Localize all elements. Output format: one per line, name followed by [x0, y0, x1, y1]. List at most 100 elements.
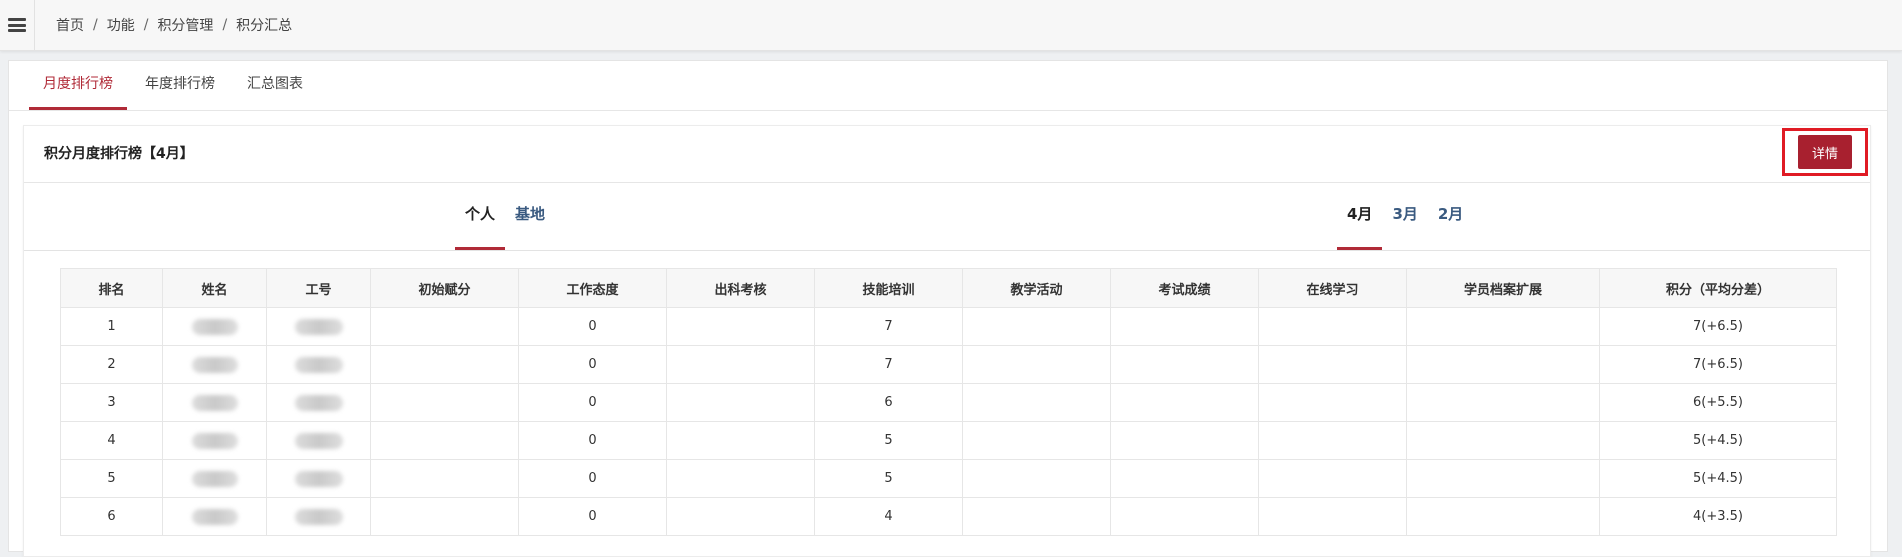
table-cell — [162, 459, 267, 498]
table-cell: 7(+6.5) — [1599, 345, 1837, 384]
tab-monthly-ranking[interactable]: 月度排行榜 — [29, 61, 127, 110]
table-cell: 3 — [60, 383, 163, 422]
tabs-divider — [9, 110, 1887, 111]
col-rank: 排名 — [60, 268, 163, 308]
redacted-employee-id — [294, 508, 343, 525]
table-cell — [666, 383, 815, 422]
table-cell: 4 — [60, 421, 163, 460]
table-cell — [1258, 307, 1407, 346]
table-cell — [962, 497, 1111, 536]
redacted-employee-id — [294, 356, 343, 373]
table-cell — [1406, 421, 1600, 460]
table-cell: 4 — [814, 497, 963, 536]
redacted-name — [191, 508, 238, 525]
filter-tabs: 个人 基地 4月 3月 2月 — [24, 182, 1870, 251]
table-cell: 0 — [518, 497, 667, 536]
breadcrumb-separator: / — [143, 17, 149, 33]
redacted-name — [191, 318, 238, 335]
table-cell: 7(+6.5) — [1599, 307, 1837, 346]
table-cell — [1258, 383, 1407, 422]
scope-tabs: 个人 基地 — [455, 182, 555, 250]
col-initial-score: 初始赋分 — [370, 268, 519, 308]
scope-tab-individual[interactable]: 个人 — [455, 182, 506, 250]
detail-button[interactable]: 详情 — [1798, 135, 1852, 169]
card-title: 积分月度排行榜【4月】 — [44, 146, 194, 162]
table-cell — [666, 459, 815, 498]
card-header: 积分月度排行榜【4月】 详情 — [24, 126, 1870, 183]
redacted-employee-id — [294, 394, 343, 411]
table-cell — [266, 421, 371, 460]
table-cell: 6 — [60, 497, 163, 536]
table-cell — [1258, 345, 1407, 384]
redacted-name — [191, 356, 238, 373]
table-cell — [1258, 459, 1407, 498]
redacted-employee-id — [294, 470, 343, 487]
table-cell — [370, 307, 519, 346]
table-cell — [1258, 497, 1407, 536]
table-cell: 0 — [518, 421, 667, 460]
tab-annual-ranking[interactable]: 年度排行榜 — [131, 61, 229, 110]
breadcrumb-separator: / — [93, 17, 98, 33]
col-exam-score: 考试成绩 — [1110, 268, 1259, 308]
table-cell — [1110, 459, 1259, 498]
hamburger-icon — [8, 18, 26, 32]
main-panel: 月度排行榜 年度排行榜 汇总图表 积分月度排行榜【4月】 详情 个人 基地 4月… — [8, 60, 1888, 557]
table-cell — [370, 383, 519, 422]
month-tab-february[interactable]: 2月 — [1428, 182, 1473, 250]
tab-summary-chart[interactable]: 汇总图表 — [233, 61, 317, 110]
breadcrumb: 首页 / 功能 / 积分管理 / 积分汇总 — [56, 0, 292, 50]
table-cell — [266, 307, 371, 346]
col-skill-training: 技能培训 — [814, 268, 963, 308]
table-row: 6 0 4 4(+3.5) — [60, 497, 1837, 536]
table-cell — [266, 383, 371, 422]
table-cell — [370, 345, 519, 384]
breadcrumb-separator: / — [222, 17, 228, 33]
detail-highlight: 详情 — [1782, 128, 1868, 176]
table-cell — [1110, 421, 1259, 460]
breadcrumb-home[interactable]: 首页 — [56, 15, 84, 35]
redacted-name — [191, 432, 238, 449]
table-cell — [1110, 497, 1259, 536]
breadcrumb-function[interactable]: 功能 — [107, 15, 135, 35]
table-cell: 6 — [814, 383, 963, 422]
redacted-employee-id — [294, 318, 343, 335]
col-student-file-ext: 学员档案扩展 — [1406, 268, 1600, 308]
table-cell — [666, 307, 815, 346]
table-cell — [266, 497, 371, 536]
menu-toggle-button[interactable] — [0, 0, 35, 50]
table-cell — [1406, 345, 1600, 384]
col-work-attitude: 工作态度 — [518, 268, 667, 308]
table-cell: 5 — [814, 459, 963, 498]
table-row: 4 0 5 5(+4.5) — [60, 421, 1837, 460]
ranking-card: 积分月度排行榜【4月】 详情 个人 基地 4月 3月 2月 排名 姓名 工号 初… — [23, 125, 1871, 557]
table-cell: 7 — [814, 307, 963, 346]
breadcrumb-points-management[interactable]: 积分管理 — [157, 15, 213, 35]
col-rotation-exam: 出科考核 — [666, 268, 815, 308]
redacted-name — [191, 470, 238, 487]
table-cell: 1 — [60, 307, 163, 346]
table-row: 2 0 7 7(+6.5) — [60, 345, 1837, 384]
table-cell: 5 — [814, 421, 963, 460]
month-tabs: 4月 3月 2月 — [1337, 182, 1473, 250]
table-cell: 5(+4.5) — [1599, 459, 1837, 498]
table-row: 5 0 5 5(+4.5) — [60, 459, 1837, 498]
table-cell — [1110, 383, 1259, 422]
col-name: 姓名 — [162, 268, 267, 308]
redacted-employee-id — [294, 432, 343, 449]
col-online-learning: 在线学习 — [1258, 268, 1407, 308]
table-cell — [370, 459, 519, 498]
table-cell — [962, 459, 1111, 498]
table-cell — [1110, 345, 1259, 384]
table-cell — [962, 383, 1111, 422]
scope-tab-base[interactable]: 基地 — [505, 182, 555, 250]
table-cell: 6(+5.5) — [1599, 383, 1837, 422]
ranking-table-wrap: 排名 姓名 工号 初始赋分 工作态度 出科考核 技能培训 教学活动 考试成绩 在… — [60, 268, 1837, 536]
table-cell — [962, 421, 1111, 460]
table-cell — [370, 497, 519, 536]
table-cell — [162, 497, 267, 536]
breadcrumb-points-summary: 积分汇总 — [236, 18, 293, 34]
month-tab-april[interactable]: 4月 — [1337, 182, 1383, 250]
table-cell — [962, 307, 1111, 346]
table-cell — [266, 345, 371, 384]
month-tab-march[interactable]: 3月 — [1382, 182, 1427, 250]
